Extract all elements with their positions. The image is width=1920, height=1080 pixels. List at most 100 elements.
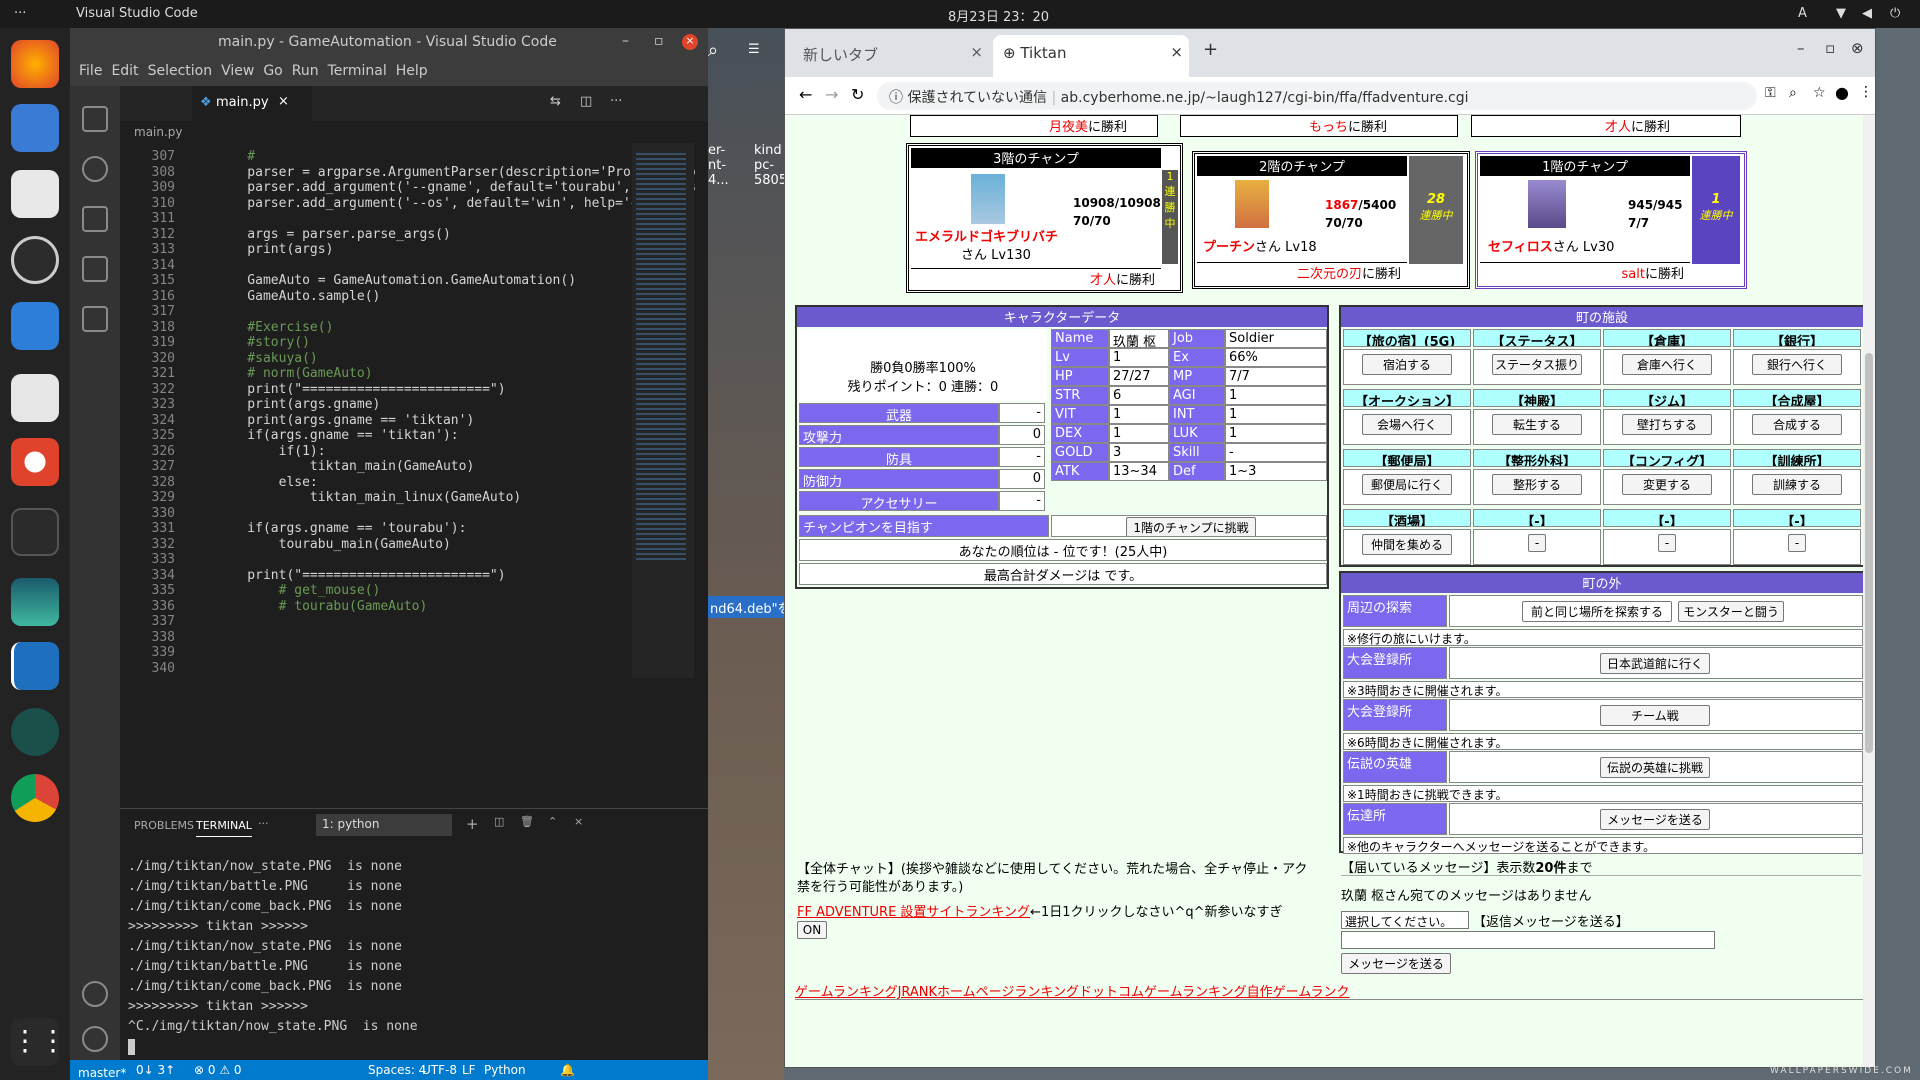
search-icon[interactable]: ⌕ <box>708 40 740 68</box>
maximize-button[interactable]: ▫ <box>654 33 664 49</box>
code-line[interactable]: else: <box>216 475 318 490</box>
wifi-icon[interactable]: ▼ <box>1836 6 1846 21</box>
gitkraken-icon[interactable] <box>11 708 59 756</box>
code-editor[interactable]: 307 #308 parser = argparse.ArgumentParse… <box>120 143 695 678</box>
explorer-icon[interactable] <box>82 106 108 132</box>
code-line[interactable]: GameAuto = GameAutomation.GameAutomation… <box>216 273 576 288</box>
code-line[interactable]: if(1): <box>216 444 326 459</box>
tab-tiktan[interactable]: ⊕ Tiktan × <box>993 35 1189 77</box>
minimize-button[interactable]: – <box>622 33 629 49</box>
maximize-button[interactable]: ▫ <box>1825 39 1835 57</box>
outside-button[interactable]: メッセージを送る <box>1600 809 1710 830</box>
tab-problems[interactable]: PROBLEMS <box>134 819 194 832</box>
menu-view[interactable]: View <box>221 63 254 79</box>
show-apps-icon[interactable]: ⋮⋮ <box>11 1018 67 1066</box>
facility-button[interactable]: 会場へ行く <box>1362 414 1452 435</box>
footer-ranking-links[interactable]: ゲームランキングJRANKホームページランキングドットコムゲームランキング自作ゲ… <box>795 981 1350 1000</box>
code-line[interactable]: # tourabu(GameAuto) <box>216 599 428 614</box>
menu-help[interactable]: Help <box>396 63 428 79</box>
maximize-panel-icon[interactable]: ⌃ <box>548 815 557 828</box>
extensions-icon[interactable] <box>82 306 108 332</box>
code-line[interactable]: print("========================") <box>216 382 505 397</box>
info-icon[interactable]: ⓘ <box>889 90 907 106</box>
panel-more-icon[interactable]: ··· <box>258 817 269 830</box>
writer-icon[interactable] <box>11 302 59 350</box>
compare-icon[interactable]: ⇆ <box>550 94 561 109</box>
code-line[interactable]: # norm(GameAuto) <box>216 366 372 381</box>
outside-button[interactable]: 伝説の英雄に挑戦 <box>1600 757 1710 778</box>
clock[interactable]: 8月23日 23：20 <box>948 6 1049 25</box>
breadcrumb-file[interactable]: main.py <box>134 125 183 139</box>
files-icon[interactable] <box>11 170 59 218</box>
code-line[interactable]: if(args.gname == 'tourabu'): <box>216 521 466 536</box>
close-panel-icon[interactable]: × <box>574 815 583 828</box>
source-control-icon[interactable] <box>82 206 108 232</box>
star-icon[interactable]: ☆ <box>1813 85 1826 101</box>
forward-icon[interactable]: → <box>825 85 838 104</box>
run-debug-icon[interactable] <box>82 256 108 282</box>
monitor-icon[interactable] <box>11 578 59 626</box>
bell-icon[interactable]: 🔔 <box>560 1063 575 1077</box>
address-bar[interactable]: ⓘ 保護されていない通信 | ab.cyberhome.ne.jp/~laugh… <box>877 82 1757 110</box>
split-editor-icon[interactable]: ◫ <box>580 94 592 109</box>
search-icon[interactable] <box>82 156 108 182</box>
tab-new-tab[interactable]: 新しいタブ × <box>793 35 989 71</box>
code-line[interactable]: parser.add_argument('--gname', default='… <box>216 180 695 195</box>
app-menu[interactable]: Visual Studio Code <box>76 6 198 21</box>
code-line[interactable]: print("========================") <box>216 568 505 583</box>
tab-main-py[interactable]: ❖ main.py × <box>192 86 312 121</box>
desktop-file-2[interactable]: kind pc- 5805 <box>754 143 787 188</box>
facility-button[interactable]: 銀行へ行く <box>1752 354 1842 375</box>
outside-button[interactable]: 日本武道館に行く <box>1600 653 1710 674</box>
facility-button[interactable]: 郵便局に行く <box>1362 474 1452 495</box>
tab-close-icon[interactable]: × <box>1170 43 1183 61</box>
close-button[interactable]: × <box>682 34 698 50</box>
facility-button[interactable]: 仲間を集める <box>1362 534 1452 555</box>
language-status[interactable]: Python <box>484 1063 526 1077</box>
code-line[interactable]: parser = argparse.ArgumentParser(descrip… <box>216 165 695 180</box>
activities-button[interactable]: ··· <box>14 6 26 21</box>
facility-button[interactable]: - <box>1658 534 1676 552</box>
menu-terminal[interactable]: Terminal <box>328 63 387 79</box>
account-icon[interactable] <box>82 981 108 1007</box>
desktop-file-1[interactable]: er- nt- 4... <box>708 143 729 188</box>
key-icon[interactable]: ⚿ <box>1765 85 1776 101</box>
help-icon[interactable] <box>11 438 59 486</box>
rhythmbox-icon[interactable] <box>11 236 59 284</box>
download-notice[interactable]: nd64.deb"を <box>708 596 791 618</box>
send-message-button[interactable]: メッセージを送る <box>1341 953 1451 974</box>
code-line[interactable]: tiktan_main(GameAuto) <box>216 459 474 474</box>
profile-icon[interactable]: ● <box>1835 83 1849 102</box>
facility-button[interactable]: 変更する <box>1622 474 1712 495</box>
terminal-output[interactable]: ./img/tiktan/now_state.PNG is none ./img/… <box>128 857 688 1055</box>
message-input[interactable] <box>1341 931 1715 949</box>
code-line[interactable]: if(args.gname == 'tiktan'): <box>216 428 458 443</box>
menu-selection[interactable]: Selection <box>148 63 213 79</box>
ranking-link[interactable]: FF ADVENTURE 設置サイトランキング <box>797 905 1030 920</box>
power-icon[interactable]: ⏻ <box>1890 6 1900 21</box>
trash-icon[interactable]: 🗑 <box>520 815 534 828</box>
code-line[interactable]: print(args) <box>216 242 333 257</box>
code-line[interactable]: print(args.gname == 'tiktan') <box>216 413 474 428</box>
code-line[interactable]: # get_mouse() <box>216 583 381 598</box>
page-scrollbar[interactable] <box>1863 115 1875 1067</box>
code-line[interactable]: tiktan_main_linux(GameAuto) <box>216 490 521 505</box>
firefox-icon[interactable] <box>11 40 59 88</box>
vscode-icon[interactable] <box>11 642 59 690</box>
challenge-button[interactable]: 1階のチャンプに挑戦 <box>1126 517 1256 536</box>
zoom-icon[interactable]: ⌕ <box>1789 85 1797 101</box>
code-line[interactable]: # <box>216 149 255 164</box>
tab-terminal[interactable]: TERMINAL <box>196 819 252 837</box>
code-line[interactable]: #story() <box>216 335 310 350</box>
facility-button[interactable]: - <box>1788 534 1806 552</box>
recipient-select[interactable]: 選択してください。 <box>1341 911 1469 929</box>
split-terminal-icon[interactable]: ◫ <box>494 815 504 828</box>
spaces-status[interactable]: Spaces: 4 <box>368 1063 426 1077</box>
encoding-status[interactable]: UTF-8 <box>422 1063 457 1077</box>
gear-icon[interactable] <box>82 1026 108 1052</box>
menu-file[interactable]: File <box>79 63 102 79</box>
facility-button[interactable]: 合成する <box>1752 414 1842 435</box>
facility-button[interactable]: 壁打ちする <box>1622 414 1712 435</box>
code-line[interactable]: tourabu_main(GameAuto) <box>216 537 451 552</box>
minimize-button[interactable]: – <box>1797 39 1805 57</box>
